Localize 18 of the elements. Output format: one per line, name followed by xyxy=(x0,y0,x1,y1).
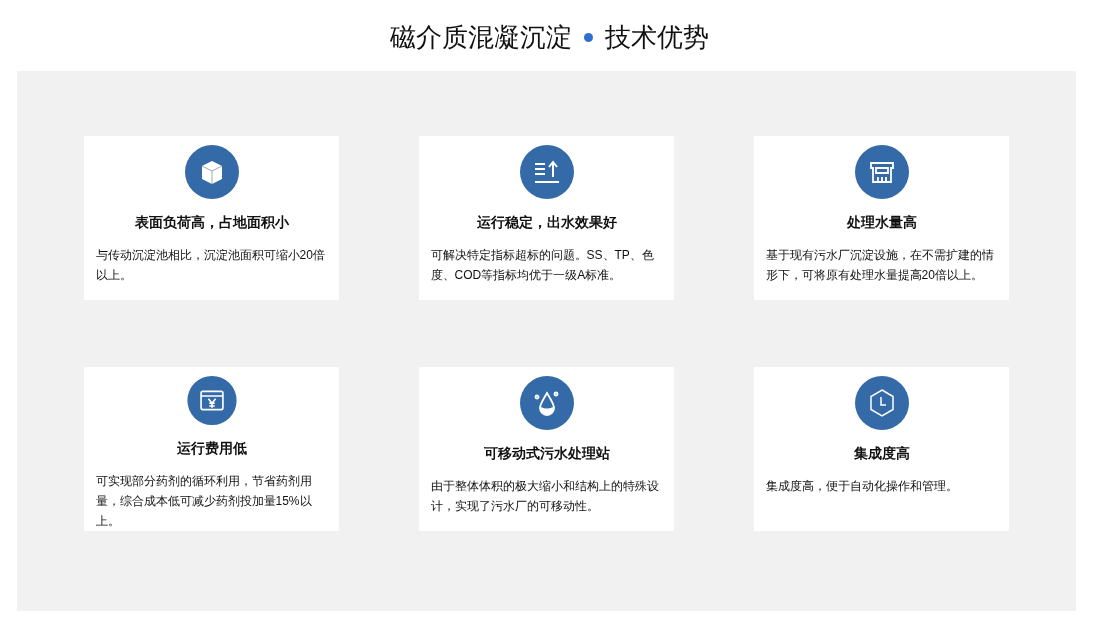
cube-icon xyxy=(183,144,240,200)
feature-description: 可解决特定指标超标的问题。SS、TP、色度、COD等指标均优于一级A标准。 xyxy=(430,247,655,284)
machine-icon xyxy=(853,144,910,200)
feature-description: 可实现部分药剂的循环利用，节省药剂用量，综合成本低可减少药剂投加量15%以上。 xyxy=(95,473,313,530)
feature-title: 运行费用低 xyxy=(176,439,247,458)
page-subtitle: 技术优势 xyxy=(604,21,709,54)
feature-title: 集成度高 xyxy=(853,444,910,463)
feature-title: 运行稳定，出水效果好 xyxy=(476,213,617,232)
feature-title: 处理水量高 xyxy=(846,213,917,232)
feature-description: 由于整体体积的极大缩小和结构上的特殊设计，实现了污水厂的可移动性。 xyxy=(430,478,660,515)
feature-description: 集成度高，便于自动化操作和管理。 xyxy=(765,478,959,495)
page-title: 磁介质混凝沉淀 xyxy=(389,21,572,54)
water-drop-icon xyxy=(518,375,575,431)
feature-description: 与传动沉淀池相比，沉淀池面积可缩小20倍以上。 xyxy=(95,247,326,284)
hexagon-clock-icon xyxy=(853,375,910,431)
feature-title: 可移动式污水处理站 xyxy=(483,444,610,463)
feature-title: 表面负荷高，占地面积小 xyxy=(134,213,289,232)
feature-description: 基于现有污水厂沉淀设施，在不需扩建的情形下，可将原有处理水量提高20倍以上。 xyxy=(765,247,995,284)
